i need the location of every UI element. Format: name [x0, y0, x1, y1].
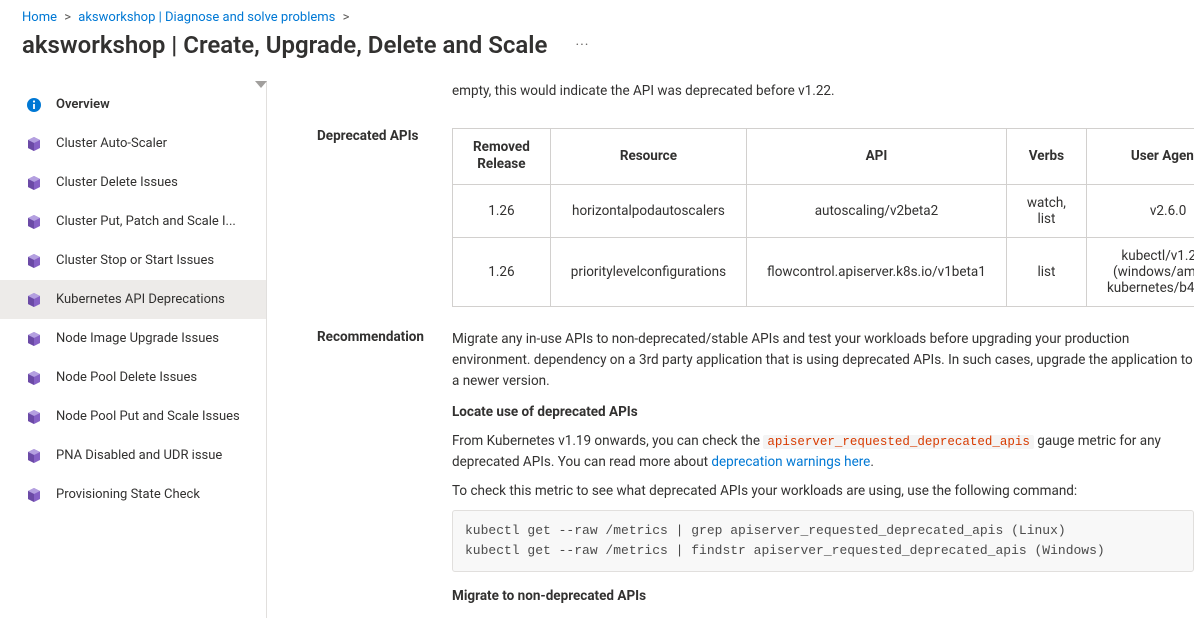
th-resource: Resource [550, 128, 746, 184]
chevron-right-icon: > [343, 10, 350, 25]
sidebar-item-label: Kubernetes API Deprecations [56, 292, 225, 307]
cube-icon [26, 370, 42, 386]
sidebar-item-cluster-stop-start[interactable]: Cluster Stop or Start Issues [0, 241, 266, 280]
cube-icon [26, 175, 42, 191]
cell-removed: 1.26 [453, 185, 551, 238]
cube-icon [26, 487, 42, 503]
cell-verbs: watch, list [1006, 185, 1086, 238]
page-title: aksworkshop | Create, Upgrade, Delete an… [22, 31, 547, 59]
sidebar-item-label: Cluster Put, Patch and Scale I... [56, 214, 236, 229]
migrate-bullet: Update custom integrations and controlle… [486, 615, 1194, 618]
collapse-sidebar-icon[interactable] [255, 81, 267, 88]
info-icon [26, 97, 42, 113]
locate-text-pre: From Kubernetes v1.19 onwards, you can c… [452, 433, 763, 449]
cell-api: autoscaling/v2beta2 [747, 185, 1007, 238]
deprecated-apis-table: Removed Release Resource API Verbs User … [452, 128, 1194, 307]
cube-icon [26, 136, 42, 152]
cell-user-agents: kubectl/v1.26.0 (windows/amd64) kubernet… [1086, 238, 1194, 307]
locate-heading: Locate use of deprecated APIs [452, 402, 1194, 423]
intro-text: empty, this would indicate the API was d… [452, 83, 835, 99]
sidebar-item-cluster-auto-scaler[interactable]: Cluster Auto-Scaler [0, 124, 266, 163]
check-metric-text: To check this metric to see what depreca… [452, 481, 1194, 502]
sidebar-item-label: Cluster Stop or Start Issues [56, 253, 214, 268]
sidebar-item-cluster-put-patch-scale[interactable]: Cluster Put, Patch and Scale I... [0, 202, 266, 241]
breadcrumb: Home > aksworkshop | Diagnose and solve … [0, 0, 1194, 29]
sidebar-item-kubernetes-api-deprecations[interactable]: Kubernetes API Deprecations [0, 280, 266, 319]
sidebar-item-label: PNA Disabled and UDR issue [56, 448, 222, 463]
cube-icon [26, 253, 42, 269]
cell-removed: 1.26 [453, 238, 551, 307]
th-user-agents: User Agents [1086, 128, 1194, 184]
sidebar-item-provisioning-state-check[interactable]: Provisioning State Check [0, 475, 266, 514]
table-row: 1.26 prioritylevelconfigurations flowcon… [453, 238, 1194, 307]
sidebar-item-label: Node Image Upgrade Issues [56, 331, 219, 346]
breadcrumb-level2[interactable]: aksworkshop | Diagnose and solve problem… [78, 10, 335, 25]
sidebar-item-label: Cluster Delete Issues [56, 175, 178, 190]
sidebar-item-label: Provisioning State Check [56, 487, 200, 502]
cell-resource: prioritylevelconfigurations [550, 238, 746, 307]
th-removed-release: Removed Release [453, 128, 551, 184]
cube-icon [26, 214, 42, 230]
sidebar-item-label: Node Pool Delete Issues [56, 370, 197, 385]
th-api: API [747, 128, 1007, 184]
more-actions-button[interactable]: ··· [575, 37, 589, 53]
main-content: empty, this would indicate the API was d… [267, 81, 1194, 618]
code-block: kubectl get --raw /metrics | grep apiser… [452, 510, 1194, 572]
cube-icon [26, 409, 42, 425]
cell-user-agents: v2.6.0 [1086, 185, 1194, 238]
sidebar-item-label: Overview [56, 97, 110, 112]
sidebar-item-node-image-upgrade[interactable]: Node Image Upgrade Issues [0, 319, 266, 358]
deprecation-warnings-link[interactable]: deprecation warnings here [711, 454, 870, 470]
locate-text-end: . [870, 454, 874, 470]
cube-icon [26, 331, 42, 347]
cell-resource: horizontalpodautoscalers [550, 185, 746, 238]
recommendation-text: Migrate any in-use APIs to non-deprecate… [452, 331, 1193, 389]
th-verbs: Verbs [1006, 128, 1086, 184]
inline-code-metric: apiserver_requested_deprecated_apis [763, 435, 1034, 449]
sidebar-item-node-pool-delete[interactable]: Node Pool Delete Issues [0, 358, 266, 397]
sidebar-item-node-pool-put-scale[interactable]: Node Pool Put and Scale Issues [0, 397, 266, 436]
sidebar-item-label: Cluster Auto-Scaler [56, 136, 167, 151]
breadcrumb-home[interactable]: Home [22, 10, 57, 25]
cube-icon [26, 292, 42, 308]
deprecated-apis-label: Deprecated APIs [317, 128, 452, 144]
sidebar-item-label: Node Pool Put and Scale Issues [56, 409, 240, 424]
sidebar-item-overview[interactable]: Overview [0, 85, 266, 124]
sidebar-item-cluster-delete-issues[interactable]: Cluster Delete Issues [0, 163, 266, 202]
chevron-right-icon: > [64, 10, 71, 25]
sidebar-item-pna-udr-issue[interactable]: PNA Disabled and UDR issue [0, 436, 266, 475]
recommendation-label: Recommendation [317, 329, 452, 345]
cell-api: flowcontrol.apiserver.k8s.io/v1beta1 [747, 238, 1007, 307]
table-row: 1.26 horizontalpodautoscalers autoscalin… [453, 185, 1194, 238]
sidebar: Overview Cluster Auto-Scaler Cluster Del… [0, 81, 267, 618]
cube-icon [26, 448, 42, 464]
cell-verbs: list [1006, 238, 1086, 307]
migrate-heading: Migrate to non-deprecated APIs [452, 586, 1194, 607]
